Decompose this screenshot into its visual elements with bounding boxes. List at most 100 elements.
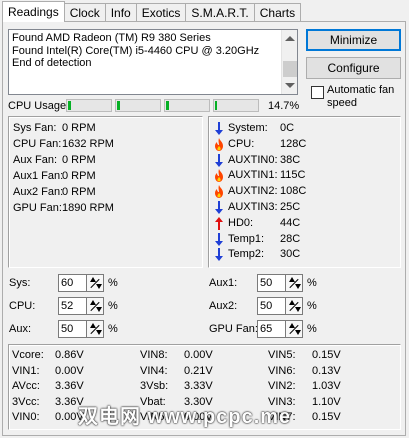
voltage-value: 1.10V bbox=[312, 395, 341, 408]
voltage-name: VIN8: bbox=[140, 349, 168, 361]
voltage-row: 3Vsb: 3.33V bbox=[140, 380, 213, 392]
scroll-down-icon[interactable] bbox=[285, 83, 295, 88]
arrow-down-icon bbox=[213, 248, 225, 262]
tab-exotics[interactable]: Exotics bbox=[135, 3, 187, 22]
fan-value: 0 RPM bbox=[62, 122, 96, 134]
cpu-fan-input[interactable]: 52 bbox=[58, 297, 88, 315]
fan-name: GPU Fan: bbox=[13, 202, 62, 214]
tab-info[interactable]: Info bbox=[104, 3, 137, 22]
voltage-value: 3.36V bbox=[55, 380, 84, 392]
cpu-core-bar bbox=[213, 99, 259, 112]
cpu-core-bar bbox=[164, 99, 210, 112]
log-scrollbar[interactable] bbox=[281, 30, 297, 94]
aux1-fan-input[interactable]: 50 bbox=[257, 274, 287, 292]
auto-fan-label: Automatic fan speed bbox=[327, 84, 395, 109]
fan-row: Aux2 Fan: 0 RPM bbox=[13, 186, 96, 198]
voltage-name: VIN0: bbox=[12, 411, 40, 423]
aux1-fan-spin-icon[interactable] bbox=[285, 274, 303, 292]
voltage-name: VIN6: bbox=[268, 364, 296, 377]
voltage-value: 0.00V bbox=[184, 349, 213, 361]
temp-value: 0C bbox=[280, 122, 295, 134]
flame-icon bbox=[213, 185, 225, 199]
voltage-value: 1.03V bbox=[312, 380, 341, 392]
detection-log[interactable]: Found AMD Radeon (TM) R9 380 Series Foun… bbox=[8, 29, 298, 95]
scroll-up-icon[interactable] bbox=[285, 36, 295, 41]
flame-icon bbox=[213, 169, 225, 183]
voltage-row: Vcore: 0.86V bbox=[12, 349, 84, 361]
fan-name: Sys Fan: bbox=[13, 122, 57, 134]
fan-row: GPU Fan: 1890 RPM bbox=[13, 202, 114, 214]
gpu-fan-spin-icon[interactable] bbox=[285, 320, 303, 338]
cpu-usage-bars bbox=[66, 99, 259, 112]
voltage-name: VIN5: bbox=[268, 349, 296, 361]
voltage-name: 3Vsb: bbox=[140, 380, 169, 392]
watermark-text: 双电网 www.pcpc.me bbox=[78, 406, 292, 428]
aux2-fan-input[interactable]: 50 bbox=[257, 297, 287, 315]
tab-charts[interactable]: Charts bbox=[253, 3, 302, 22]
temp-name: AUXTIN0: bbox=[228, 153, 278, 166]
flame-icon bbox=[213, 137, 225, 151]
temp-name: AUXTIN3: bbox=[228, 201, 278, 213]
tab-smart[interactable]: S.M.A.R.T. bbox=[185, 3, 255, 22]
sys-fan-spin-icon[interactable] bbox=[86, 274, 104, 292]
temp-value: 108C bbox=[280, 185, 307, 198]
fan-value: 1632 RPM bbox=[62, 138, 114, 150]
arrow-down-icon bbox=[213, 201, 225, 214]
fan-name: Aux Fan: bbox=[13, 154, 58, 166]
log-lines: Found AMD Radeon (TM) R9 380 Series Foun… bbox=[12, 32, 259, 70]
fan-row: Aux Fan: 0 RPM bbox=[13, 154, 96, 166]
temp-value: 115C bbox=[280, 169, 306, 182]
minimize-button[interactable]: Minimize bbox=[306, 29, 401, 51]
gpu-fan-control-label: GPU Fan: bbox=[209, 323, 258, 335]
aux-fan-control-label: Aux: bbox=[9, 323, 32, 335]
tab-readings[interactable]: Readings bbox=[2, 1, 65, 22]
arrow-down-icon bbox=[213, 153, 225, 167]
cpu-usage-label: CPU Usage bbox=[8, 100, 67, 112]
sys-fan-input[interactable]: 60 bbox=[58, 274, 88, 292]
fan-value: 0 RPM bbox=[62, 154, 96, 166]
scroll-thumb[interactable] bbox=[283, 61, 297, 77]
aux-fan-spin-icon[interactable] bbox=[86, 320, 104, 338]
percent-unit: % bbox=[108, 300, 118, 312]
tab-bar: Readings Clock Info Exotics S.M.A.R.T. C… bbox=[2, 1, 302, 22]
auto-fan-checkbox[interactable] bbox=[311, 86, 324, 99]
percent-unit: % bbox=[307, 323, 317, 335]
temp-name: AUXTIN1: bbox=[228, 169, 278, 182]
cpu-fan-spin-icon[interactable] bbox=[86, 297, 104, 315]
configure-button[interactable]: Configure bbox=[306, 57, 401, 79]
temp-name: Temp2: bbox=[228, 248, 265, 261]
aux1-fan-control-label: Aux1: bbox=[209, 277, 238, 289]
voltage-value: 0.15V bbox=[312, 411, 341, 423]
cpu-core-fill bbox=[215, 101, 218, 110]
voltage-row: AVcc: 3.36V bbox=[12, 380, 84, 392]
arrow-up-icon bbox=[213, 216, 225, 230]
percent-unit: % bbox=[307, 300, 317, 312]
voltage-value: 0.00V bbox=[55, 364, 84, 377]
fan-value: 0 RPM bbox=[62, 186, 96, 198]
percent-unit: % bbox=[108, 323, 118, 335]
cpu-core-fill bbox=[117, 101, 120, 110]
gpu-fan-input[interactable]: 65 bbox=[257, 320, 287, 338]
temp-name: Temp1: bbox=[228, 232, 265, 245]
aux-fan-input[interactable]: 50 bbox=[58, 320, 88, 338]
voltage-value: 0.86V bbox=[55, 349, 84, 361]
temp-value: 44C bbox=[280, 216, 301, 229]
voltage-row: VIN1: 0.00V bbox=[12, 364, 84, 377]
voltage-name: 3Vcc: bbox=[12, 395, 40, 408]
percent-unit: % bbox=[108, 277, 118, 289]
temp-value: 128C bbox=[280, 137, 307, 150]
arrow-down-icon bbox=[213, 232, 225, 246]
fan-name: CPU Fan: bbox=[13, 138, 62, 150]
aux2-fan-spin-icon[interactable] bbox=[285, 297, 303, 315]
voltage-value: 3.33V bbox=[184, 380, 213, 392]
voltage-value: 0.15V bbox=[312, 349, 341, 361]
voltage-name: VIN1: bbox=[12, 364, 40, 377]
temp-name: HD0: bbox=[228, 216, 254, 229]
tab-clock[interactable]: Clock bbox=[63, 3, 106, 22]
sys-fan-control-label: Sys: bbox=[9, 277, 31, 289]
voltage-name: Vcore: bbox=[12, 349, 44, 361]
voltage-row: VIN5: 0.15V bbox=[268, 349, 341, 361]
log-line: Found AMD Radeon (TM) R9 380 Series bbox=[12, 32, 211, 44]
fan-speeds-panel: Sys Fan: 0 RPM CPU Fan: 1632 RPM Aux Fan: 0… bbox=[8, 116, 203, 268]
cpu-core-bar bbox=[115, 99, 161, 112]
